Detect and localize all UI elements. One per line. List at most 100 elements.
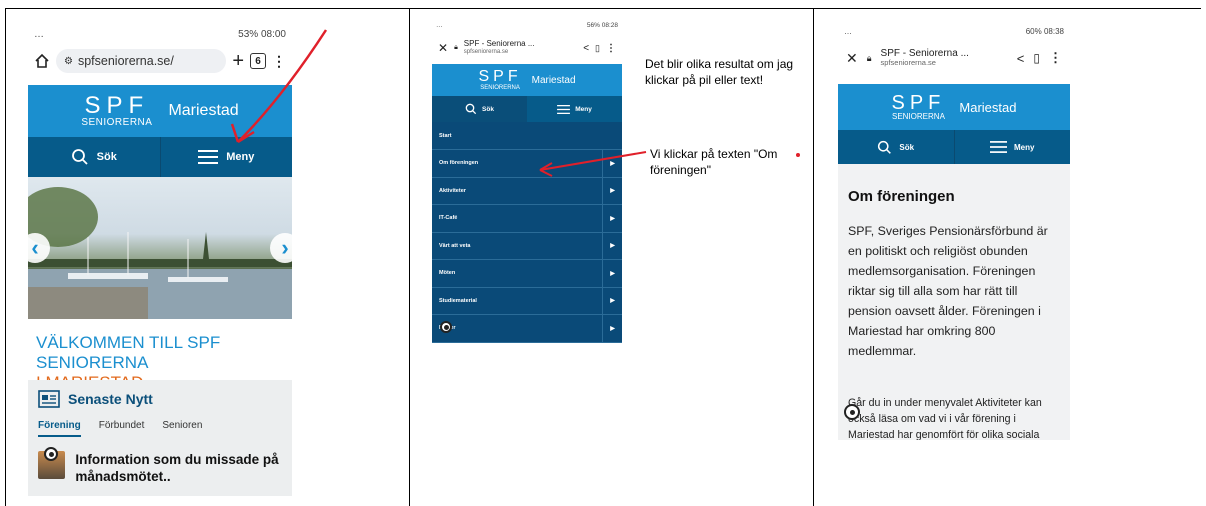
news-item[interactable]: Information som du missade på månadsmöte…: [38, 447, 282, 485]
tap-marker-icon: [844, 404, 860, 420]
site-header-wrap: SPF SENIORERNA Mariestad Sök Meny: [838, 84, 1070, 164]
news-tabs: Förening Förbundet Senioren: [38, 420, 282, 437]
more-menu-icon[interactable]: ⋮: [606, 43, 616, 54]
hamburger-icon: [557, 104, 571, 114]
browser-toolbar: ✕ 🔒︎ SPF - Seniorerna ... spfseniorerna.…: [838, 40, 1070, 76]
spf-logo[interactable]: SPF SENIORERNA: [892, 93, 946, 121]
page-heading: Om föreningen: [848, 188, 955, 205]
status-bar: … 53% 08:00: [28, 23, 292, 45]
welcome-line-2: SENIORERNA: [36, 353, 149, 372]
about-paragraph: SPF, Sveriges Pensionärsförbund är en po…: [848, 224, 1048, 358]
table-top-border: [5, 8, 1201, 9]
menu-item-om-foreningen[interactable]: Om föreningen ▶: [432, 150, 622, 178]
site-header: SPF SENIORERNA Mariestad: [28, 85, 292, 137]
menu-button[interactable]: Meny: [527, 96, 622, 122]
phone-screenshot-menu: … 56% 08:28 ✕ 🔒︎ SPF - Seniorerna ... sp…: [432, 18, 622, 351]
table-left-border: [5, 8, 6, 506]
menu-item-label: Möten: [439, 270, 456, 277]
search-label: Sök: [482, 105, 494, 113]
page-domain: spfseniorerna.se: [463, 49, 509, 56]
menu-item-aktiviteter[interactable]: Aktiviteter ▶: [432, 177, 622, 205]
logo-bottom-text: SENIORERNA: [892, 112, 945, 121]
expand-arrow-icon[interactable]: ▶: [602, 315, 622, 342]
share-icon[interactable]: <: [1017, 51, 1025, 66]
share-icon[interactable]: <: [583, 43, 589, 54]
page-title-block: SPF - Seniorerna ... spfseniorerna.se: [463, 39, 577, 56]
logo-top-text: SPF: [84, 92, 150, 119]
search-button[interactable]: Sök: [28, 137, 161, 177]
menu-item-label: Aktiviteter: [439, 187, 466, 194]
menu-item-studiematerial[interactable]: Studiematerial ▶: [432, 287, 622, 315]
logo-top-text: SPF: [891, 92, 946, 114]
chevron-right-icon: ›: [281, 235, 289, 260]
news-thumbnail: [38, 447, 66, 479]
close-icon[interactable]: ✕: [438, 41, 448, 55]
menu-item-it-cafe[interactable]: IT-Café ▶: [432, 205, 622, 233]
spf-logo[interactable]: SPF SENIORERNA: [478, 68, 522, 92]
home-icon[interactable]: [34, 53, 50, 69]
search-icon: [877, 140, 892, 155]
news-heading: Senaste Nytt: [68, 391, 153, 407]
tab-forening[interactable]: Förening: [38, 420, 81, 437]
logo-bottom-text: SENIORERNA: [480, 85, 520, 91]
browser-toolbar: ✕ 🔒︎ SPF - Seniorerna ... spfseniorerna.…: [432, 32, 622, 64]
logo-top-text: SPF: [478, 68, 522, 85]
spf-logo[interactable]: SPF SENIORERNA: [81, 94, 152, 128]
tab-count-button[interactable]: 6: [250, 53, 266, 69]
menu-item-vart-att-veta[interactable]: Värt att veta ▶: [432, 232, 622, 260]
tab-senioren[interactable]: Senioren: [162, 420, 202, 437]
activities-paragraph: Går du in under menyvalet Aktiviteter ka…: [848, 397, 1042, 440]
phone-screenshot-about: … 60% 08:38 ✕ 🔒︎ SPF - Seniorerna ... sp…: [838, 22, 1070, 440]
about-content: Om föreningen SPF, Sveriges Pensionärsfö…: [838, 164, 1070, 440]
close-icon[interactable]: ✕: [846, 50, 858, 67]
status-right: 53% 08:00: [238, 28, 286, 40]
phone-screenshot-home: … 53% 08:00 ⚙ spfseniorerna.se/ + 6 ⋮ SP…: [28, 23, 292, 496]
bookmark-icon[interactable]: ▯: [595, 43, 600, 54]
menu-item-start[interactable]: Start: [432, 122, 622, 150]
url-text: spfseniorerna.se/: [77, 54, 174, 68]
annotation-note-2: Vi klickar på texten "Om föreningen": [650, 147, 778, 177]
menu-item-label: Om föreningen: [439, 160, 479, 167]
more-menu-icon[interactable]: ⋮: [1049, 50, 1062, 66]
menu-button[interactable]: Meny: [955, 130, 1071, 164]
carousel-next-button[interactable]: ›: [270, 233, 292, 263]
tap-marker-icon: [440, 321, 452, 333]
site-place: Mariestad: [959, 99, 1017, 115]
menu-item-label: Värt att veta: [439, 242, 471, 249]
search-label: Sök: [96, 151, 117, 163]
search-button[interactable]: Sök: [838, 130, 955, 164]
expand-arrow-icon[interactable]: ▶: [602, 287, 622, 314]
more-menu-icon[interactable]: ⋮: [272, 53, 286, 70]
table-divider-2: [813, 8, 814, 506]
status-bar: … 56% 08:28: [432, 18, 622, 32]
page-title-block: SPF - Seniorerna ... spfseniorerna.se: [881, 48, 1008, 67]
menu-button[interactable]: Meny: [161, 137, 293, 177]
harbor-photo: ‹ ›: [28, 177, 292, 319]
chevron-left-icon: ‹: [31, 235, 39, 260]
tab-forbundet[interactable]: Förbundet: [99, 420, 145, 437]
expand-arrow-icon[interactable]: ▶: [602, 177, 622, 204]
new-tab-icon[interactable]: +: [232, 50, 244, 73]
url-bar[interactable]: ⚙ spfseniorerna.se/: [56, 49, 227, 73]
nav-bar: Sök Meny: [838, 130, 1070, 164]
expand-arrow-icon[interactable]: ▶: [602, 260, 622, 287]
menu-label: Meny: [575, 105, 592, 113]
site-settings-icon[interactable]: ⚙: [64, 56, 73, 67]
status-left: …: [844, 26, 852, 36]
expand-arrow-icon[interactable]: ▶: [602, 232, 622, 259]
search-label: Sök: [899, 142, 915, 152]
nav-bar: Sök Meny: [28, 137, 292, 177]
expand-arrow-icon[interactable]: ▶: [602, 150, 622, 177]
logo-bottom-text: SENIORERNA: [81, 117, 153, 128]
site-place: Mariestad: [531, 74, 576, 86]
browser-toolbar: ⚙ spfseniorerna.se/ + 6 ⋮: [28, 45, 292, 77]
annotation-note-1: Det blir olika resultat om jag klickar p…: [645, 57, 794, 87]
search-button[interactable]: Sök: [432, 96, 527, 122]
bookmark-icon[interactable]: ▯: [1033, 51, 1040, 65]
site-header: SPF SENIORERNA Mariestad: [838, 84, 1070, 130]
expand-arrow-icon[interactable]: ▶: [602, 205, 622, 232]
site-place: Mariestad: [168, 102, 239, 119]
menu-item-moten[interactable]: Möten ▶: [432, 260, 622, 288]
page-title: SPF - Seniorerna ...: [463, 39, 535, 49]
menu-item-partial[interactable]: F ner ▶: [432, 315, 622, 343]
